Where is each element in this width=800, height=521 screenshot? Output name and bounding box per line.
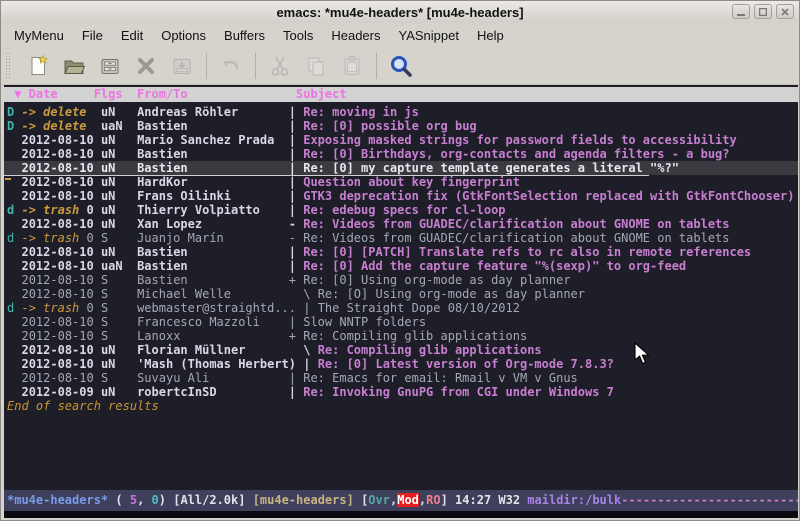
kill-buffer-icon (134, 54, 158, 78)
mu4e-headers-buffer: ▼ Date Flgs From/To Subject D -> delete … (4, 85, 798, 518)
menu-item-edit[interactable]: Edit (112, 25, 152, 46)
mode-line[interactable]: *mu4e-headers* ( 5, 0) [All/2.0k] [mu4e-… (4, 490, 798, 511)
message-row[interactable]: 2012-08-10 uN Mario Sanchez Prada | Expo… (4, 133, 798, 147)
message-row[interactable]: d -> trash 0 S webmaster@straightd... | … (4, 301, 798, 315)
search-button[interactable] (386, 51, 416, 81)
menu-item-yasnippet[interactable]: YASnippet (389, 25, 467, 46)
close-button[interactable] (776, 4, 794, 19)
header-line[interactable]: ▼ Date Flgs From/To Subject (4, 87, 798, 102)
copy-icon (304, 54, 328, 78)
menu-item-options[interactable]: Options (152, 25, 215, 46)
save-button[interactable] (95, 51, 125, 81)
window-controls (732, 4, 794, 19)
menu-bar: MyMenuFileEditOptionsBuffersToolsHeaders… (1, 23, 799, 47)
kill-buffer-button[interactable] (131, 51, 161, 81)
message-row[interactable]: D -> delete uN Andreas Röhler | Re: movi… (4, 105, 798, 119)
menu-item-buffers[interactable]: Buffers (215, 25, 274, 46)
message-row[interactable]: 2012-08-10 S Francesco Mazzoli | Slow NN… (4, 315, 798, 329)
fringe-marker (5, 178, 11, 180)
message-row[interactable]: 2012-08-10 S Bastien + Re: [0] Using org… (4, 273, 798, 287)
search-icon (388, 53, 414, 79)
message-row[interactable]: 2012-08-10 uN Bastien | Re: [0] [PATCH] … (4, 245, 798, 259)
message-row[interactable]: 2012-08-09 uN robertcInSD | Re: Invoking… (4, 385, 798, 399)
end-of-search-text: End of search results (4, 399, 798, 413)
window-title: emacs: *mu4e-headers* [mu4e-headers] (276, 5, 523, 20)
maximize-icon (759, 8, 767, 16)
save-icon (98, 54, 122, 78)
message-row[interactable]: 2012-08-10 uN 'Mash (Thomas Herbert) | R… (4, 357, 798, 371)
paste-icon (340, 54, 364, 78)
toolbar-gripper[interactable] (5, 52, 12, 80)
menu-item-headers[interactable]: Headers (322, 25, 389, 46)
menu-item-help[interactable]: Help (468, 25, 513, 46)
paste-button[interactable] (337, 51, 367, 81)
message-row[interactable]: 2012-08-10 uN Frans Oilinki | GTK3 depre… (4, 189, 798, 203)
message-row[interactable]: D -> delete uaN Bastien | Re: [0] possib… (4, 119, 798, 133)
menu-item-file[interactable]: File (73, 25, 112, 46)
undo-icon (219, 54, 243, 78)
message-row[interactable]: 2012-08-10 uN Xan Lopez - Re: Videos fro… (4, 217, 798, 231)
message-list: D -> delete uN Andreas Röhler | Re: movi… (4, 105, 798, 399)
minimize-button[interactable] (732, 4, 750, 19)
message-row[interactable]: 2012-08-10 uN HardKor | Question about k… (4, 175, 798, 189)
mouse-cursor (633, 342, 651, 366)
minimize-icon (737, 8, 745, 16)
message-row[interactable]: 2012-08-10 S Michael Welle \ Re: [O] Usi… (4, 287, 798, 301)
save-as-icon (170, 54, 194, 78)
open-folder-icon (62, 54, 86, 78)
open-folder-button[interactable] (59, 51, 89, 81)
toolbar-separator (376, 53, 377, 79)
cut-button[interactable] (265, 51, 295, 81)
message-row[interactable]: 2012-08-10 uN Bastien | Re: [0] my captu… (4, 161, 798, 175)
message-row[interactable]: d -> trash 0 uN Thierry Volpiatto | Re: … (4, 203, 798, 217)
close-icon (781, 8, 789, 16)
new-file-button[interactable] (23, 51, 53, 81)
cut-icon (268, 54, 292, 78)
toolbar (1, 47, 799, 85)
undo-button[interactable] (216, 51, 246, 81)
message-row[interactable]: 2012-08-10 S Suvayu Ali | Re: Emacs for … (4, 371, 798, 385)
menu-item-tools[interactable]: Tools (274, 25, 322, 46)
copy-button[interactable] (301, 51, 331, 81)
save-as-button[interactable] (167, 51, 197, 81)
emacs-window: emacs: *mu4e-headers* [mu4e-headers] MyM… (0, 0, 800, 521)
new-file-icon (26, 54, 50, 78)
menu-item-mymenu[interactable]: MyMenu (5, 25, 73, 46)
message-row[interactable]: 2012-08-10 uN Bastien | Re: [0] Birthday… (4, 147, 798, 161)
message-row[interactable]: 2012-08-10 uN Florian Müllner \ Re: Comp… (4, 343, 798, 357)
titlebar[interactable]: emacs: *mu4e-headers* [mu4e-headers] (1, 1, 799, 23)
message-row[interactable]: d -> trash 0 S Juanjo Marín - Re: Videos… (4, 231, 798, 245)
maximize-button[interactable] (754, 4, 772, 19)
message-row[interactable]: 2012-08-10 uaN Bastien | Re: [0] Add the… (4, 259, 798, 273)
toolbar-separator (255, 53, 256, 79)
message-row[interactable]: 2012-08-10 S Lanoxx + Re: Compiling glib… (4, 329, 798, 343)
echo-area[interactable] (4, 511, 798, 518)
toolbar-separator (206, 53, 207, 79)
